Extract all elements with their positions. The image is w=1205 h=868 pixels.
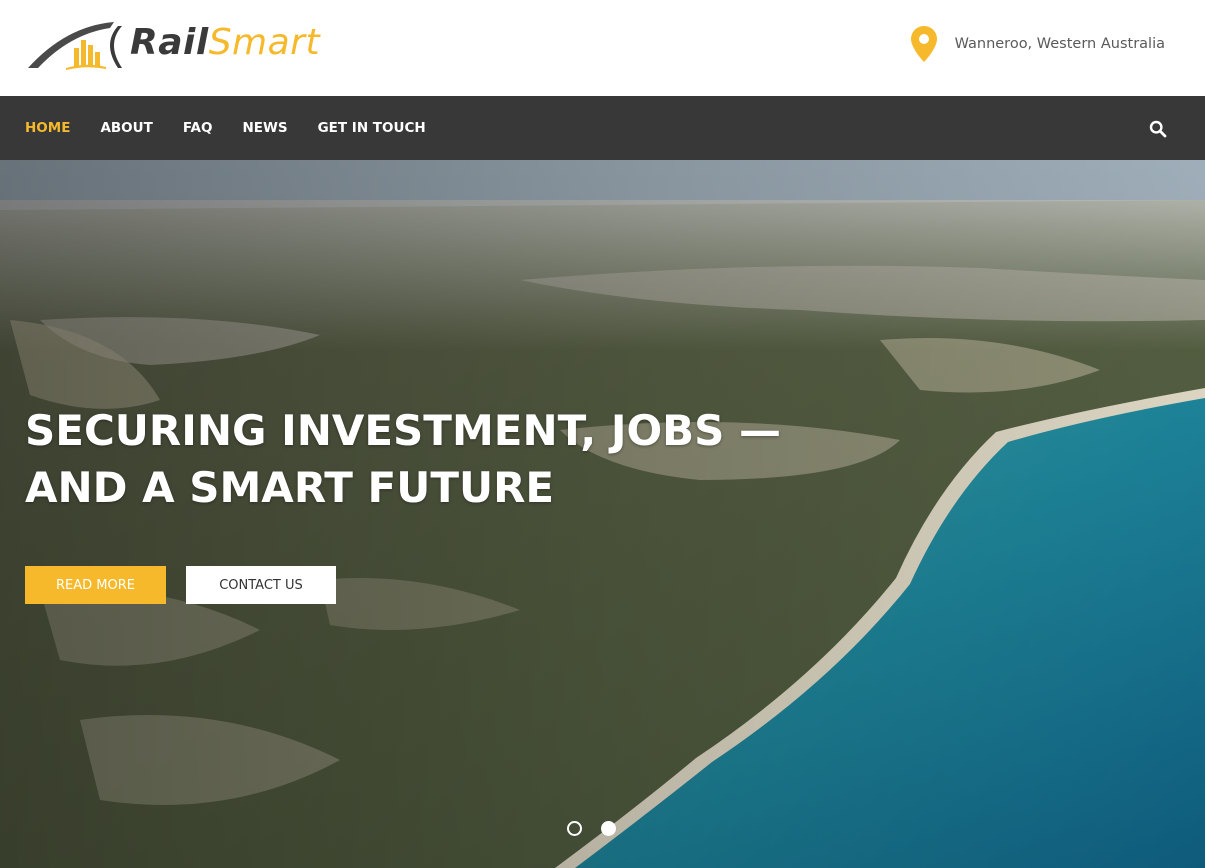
logo-text-rail: Rail: [130, 22, 209, 63]
logo-mark-icon: [28, 22, 122, 70]
slider-dot-1[interactable]: [567, 820, 582, 836]
nav-about[interactable]: ABOUT: [100, 120, 152, 136]
logo-text: RailSmart: [130, 22, 320, 63]
nav-menu: HOME ABOUT FAQ NEWS GET IN TOUCH: [25, 96, 456, 160]
read-more-button[interactable]: READ MORE: [25, 566, 166, 604]
location-text: Wanneroo, Western Australia: [954, 36, 1165, 52]
hero-title: SECURING INVESTMENT, JOBS — AND A SMART …: [25, 402, 785, 516]
logo-text-smart: Smart: [208, 22, 321, 63]
map-pin-icon: [910, 26, 937, 62]
nav-get-in-touch[interactable]: GET IN TOUCH: [318, 120, 426, 136]
nav-home[interactable]: HOME: [25, 120, 70, 136]
search-icon[interactable]: [1149, 120, 1167, 138]
contact-us-button[interactable]: CONTACT US: [186, 566, 336, 604]
nav-news[interactable]: NEWS: [242, 120, 287, 136]
header-location: Wanneroo, Western Australia: [910, 26, 1165, 62]
railsmart-logo[interactable]: RailSmart: [26, 18, 326, 74]
hero-title-line-2: AND A SMART FUTURE: [25, 463, 555, 512]
site-header: RailSmart Wanneroo, Western Australia: [0, 0, 1205, 96]
nav-faq[interactable]: FAQ: [183, 120, 213, 136]
slider-dot-2[interactable]: [601, 820, 616, 836]
hero-title-line-1: SECURING INVESTMENT, JOBS —: [25, 406, 782, 455]
hero-slider: SECURING INVESTMENT, JOBS — AND A SMART …: [0, 160, 1205, 868]
slider-pagination: [567, 820, 635, 836]
main-nav: HOME ABOUT FAQ NEWS GET IN TOUCH: [0, 96, 1205, 160]
